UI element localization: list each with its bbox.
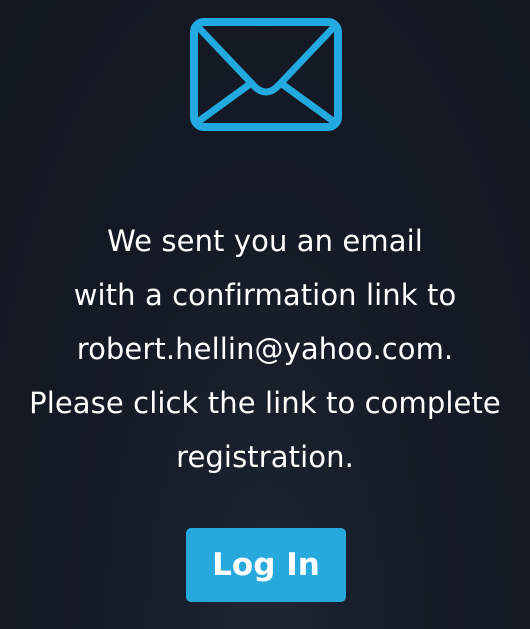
mail-envelope-icon	[190, 18, 342, 131]
message-line-5: registration.	[176, 440, 354, 474]
confirmation-message: We sent you an email with a confirmation…	[0, 214, 530, 484]
message-line-3: robert.hellin@yahoo.com.	[76, 332, 454, 366]
message-line-4: Please click the link to complete	[29, 386, 501, 420]
message-line-1: We sent you an email	[107, 224, 423, 258]
email-confirmation-screen: We sent you an email with a confirmation…	[0, 0, 530, 629]
message-line-2: with a confirmation link to	[73, 278, 457, 312]
login-button[interactable]: Log In	[186, 528, 346, 602]
